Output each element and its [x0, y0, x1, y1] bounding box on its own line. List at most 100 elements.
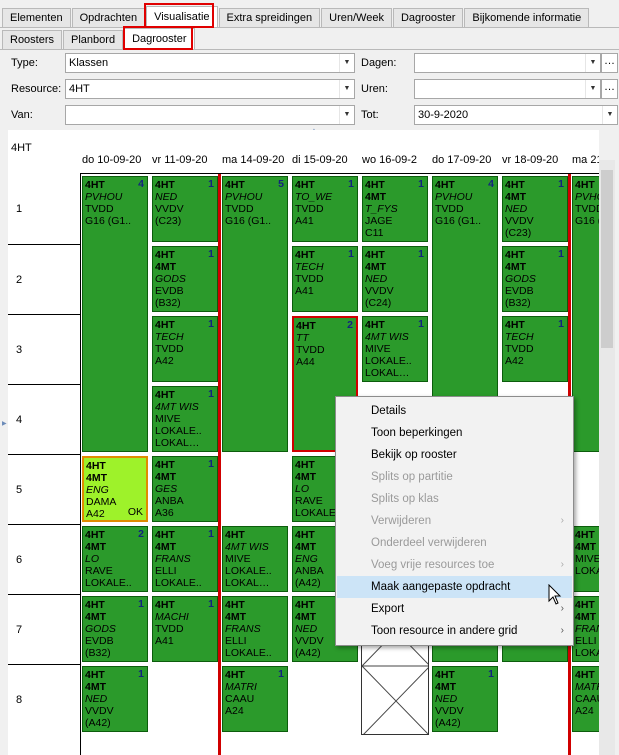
lesson-line: A24: [225, 705, 244, 717]
lesson-block[interactable]: 4HT 4MT WIS MIVE LOKALE.. LOKAL… 1: [152, 386, 218, 452]
context-menu-item[interactable]: Export ›: [337, 598, 572, 620]
lesson-block[interactable]: 4HT 4MT GODS EVDB (B32) 1: [82, 596, 148, 662]
context-menu-item[interactable]: Maak aangepaste opdracht: [337, 576, 572, 598]
context-menu-item[interactable]: Verwijderen ›: [337, 510, 572, 532]
context-menu-item[interactable]: Bekijk op rooster: [337, 444, 572, 466]
vertical-scrollbar[interactable]: [599, 160, 615, 755]
resource-select[interactable]: 4HT ▼: [65, 79, 355, 99]
day-header[interactable]: ma 21: [572, 154, 599, 166]
lesson-line: LOKAL…: [155, 437, 200, 449]
lesson-block[interactable]: 4HTPVHOUTVDDG16 (G1..: [572, 176, 599, 452]
lesson-block[interactable]: 4HT 4MT T_FYS JAGE C11 1: [362, 176, 428, 242]
lesson-line: 4MT WIS: [225, 541, 269, 553]
lesson-block[interactable]: 4HT 4MT FRANS ELLI LOKALE.. 1: [152, 526, 218, 592]
chevron-down-icon[interactable]: ▼: [339, 54, 354, 72]
context-menu-item[interactable]: Splits op klas: [337, 488, 572, 510]
uren-select[interactable]: ▼: [414, 79, 601, 99]
tab-extra-spreidingen[interactable]: Extra spreidingen: [218, 8, 321, 28]
lesson-line: NED: [155, 191, 178, 203]
lesson-block[interactable]: 4HT TECH TVDD A42 1: [152, 316, 218, 382]
lesson-line: 4MT WIS: [365, 331, 409, 343]
lesson-block[interactable]: 4HT NED VVDV (C23) 1: [152, 176, 218, 242]
day-header[interactable]: vr 11-09-20: [152, 154, 207, 166]
splitter-left-icon[interactable]: ▶: [2, 420, 7, 427]
lesson-block[interactable]: 4HT 4MT WIS MIVE LOKALE.. LOKAL… 1: [362, 316, 428, 382]
chevron-down-icon[interactable]: ▼: [585, 80, 600, 98]
day-header[interactable]: ma 14-09-20: [222, 154, 284, 166]
lesson-block[interactable]: 4HT4MTFRANELLILOKA: [572, 596, 599, 662]
lesson-line: JAGE: [365, 215, 393, 227]
tot-date-input[interactable]: 30-9-2020 ▼: [414, 105, 618, 125]
chevron-down-icon[interactable]: ▼: [602, 106, 617, 124]
lesson-count-badge: 1: [138, 598, 144, 610]
day-header[interactable]: do 10-09-20: [82, 154, 141, 166]
lesson-line: LO: [85, 553, 100, 565]
lesson-block[interactable]: 4HT 4MT ENG DAMA A42 OK: [82, 456, 148, 522]
uren-more-button[interactable]: …: [601, 79, 618, 99]
dagen-more-button[interactable]: …: [601, 53, 618, 73]
tab-uren-week[interactable]: Uren/Week: [321, 8, 392, 28]
tab-dagrooster[interactable]: Dagrooster: [392, 8, 464, 28]
lesson-block[interactable]: 4HT 4MT NED VVDV (C23) 1: [502, 176, 568, 242]
lesson-block[interactable]: 4HT PVHOU TVDD G16 (G1.. 4: [82, 176, 148, 452]
menu-item-label: Maak aangepaste opdracht: [371, 581, 511, 593]
lesson-block[interactable]: 4HT 4MT FRANS ELLI LOKALE..: [222, 596, 288, 662]
day-header[interactable]: vr 18-09-20: [502, 154, 558, 166]
context-menu-item[interactable]: Toon beperkingen: [337, 422, 572, 444]
menu-item-label: Onderdeel verwijderen: [371, 537, 487, 549]
van-date-input[interactable]: ▼: [65, 105, 355, 125]
lesson-line: A41: [155, 635, 174, 647]
tab-sub-dagrooster[interactable]: Dagrooster: [124, 28, 195, 50]
lesson-block[interactable]: 4HT MATRI CAAU A24 1: [222, 666, 288, 732]
lesson-line: FRANS: [225, 623, 261, 635]
dagen-select[interactable]: ▼: [414, 53, 601, 73]
lesson-block[interactable]: 4HT 4MT GODS EVDB (B32) 1: [502, 246, 568, 312]
lesson-block[interactable]: 4HT TO_WE TVDD A41 1: [292, 176, 358, 242]
tab-roosters[interactable]: Roosters: [2, 30, 63, 50]
menu-item-label: Splits op klas: [371, 493, 439, 505]
lesson-line: A41: [295, 285, 314, 297]
tab-elementen[interactable]: Elementen: [2, 8, 71, 28]
context-menu-item[interactable]: Splits op partitie: [337, 466, 572, 488]
lesson-count-badge: 1: [208, 528, 214, 540]
lesson-block[interactable]: 4HT TECH TVDD A41 1: [292, 246, 358, 312]
lesson-block[interactable]: 4HT 4MT NED VVDV (A42) 1: [82, 666, 148, 732]
lesson-line: PVHOU: [575, 191, 599, 203]
scrollbar-thumb[interactable]: [601, 170, 613, 348]
lesson-line: LOKAL…: [225, 577, 270, 589]
menu-item-label: Verwijderen: [371, 515, 432, 527]
lesson-block[interactable]: 4HT 4MT NED VVDV (C24) 1: [362, 246, 428, 312]
tab-opdrachten[interactable]: Opdrachten: [71, 8, 146, 28]
lesson-block[interactable]: 4HT MACHI TVDD A41 1: [152, 596, 218, 662]
lesson-block[interactable]: 4HT 4MT LO RAVE LOKALE.. 2: [82, 526, 148, 592]
lesson-line: (C23): [155, 215, 182, 227]
lesson-block[interactable]: 4HT PVHOU TVDD G16 (G1.. 5: [222, 176, 288, 452]
chevron-down-icon[interactable]: ▼: [339, 80, 354, 98]
lesson-line: 4MT: [575, 611, 596, 623]
lesson-block[interactable]: 4HT4MTMIVELOKA: [572, 526, 599, 592]
lesson-block[interactable]: 4HT 4MT WIS MIVE LOKALE.. LOKAL…: [222, 526, 288, 592]
tab-visualisatie[interactable]: Visualisatie: [146, 6, 218, 28]
lesson-block[interactable]: 4HT 4MT GES ANBA A36 1: [152, 456, 218, 522]
context-menu-item[interactable]: Details: [337, 400, 572, 422]
context-menu-item[interactable]: Onderdeel verwijderen: [337, 532, 572, 554]
lesson-block[interactable]: 4HT TECH TVDD A42 1: [502, 316, 568, 382]
lesson-count-badge: 1: [418, 248, 424, 260]
tab-bijkomende-informatie[interactable]: Bijkomende informatie: [464, 8, 590, 28]
context-menu-item[interactable]: Voeg vrije resources toe ›: [337, 554, 572, 576]
chevron-down-icon[interactable]: ▼: [585, 54, 600, 72]
type-select[interactable]: Klassen ▼: [65, 53, 355, 73]
hour-label: 8: [16, 694, 23, 706]
mouse-cursor-icon: [548, 584, 562, 605]
day-header[interactable]: wo 16-09-2: [362, 154, 417, 166]
day-header[interactable]: do 17-09-20: [432, 154, 491, 166]
lesson-line: LOKALE..: [155, 425, 202, 437]
chevron-down-icon[interactable]: ▼: [339, 106, 354, 124]
lesson-block[interactable]: 4HTMATRCAAUA24: [572, 666, 599, 732]
lesson-line: ELLI: [575, 635, 597, 647]
lesson-block[interactable]: 4HT 4MT NED VVDV (A42) 1: [432, 666, 498, 732]
lesson-block[interactable]: 4HT 4MT GODS EVDB (B32) 1: [152, 246, 218, 312]
day-header[interactable]: di 15-09-20: [292, 154, 348, 166]
context-menu-item[interactable]: Toon resource in andere grid ›: [337, 620, 572, 642]
tab-planbord[interactable]: Planbord: [63, 30, 124, 50]
